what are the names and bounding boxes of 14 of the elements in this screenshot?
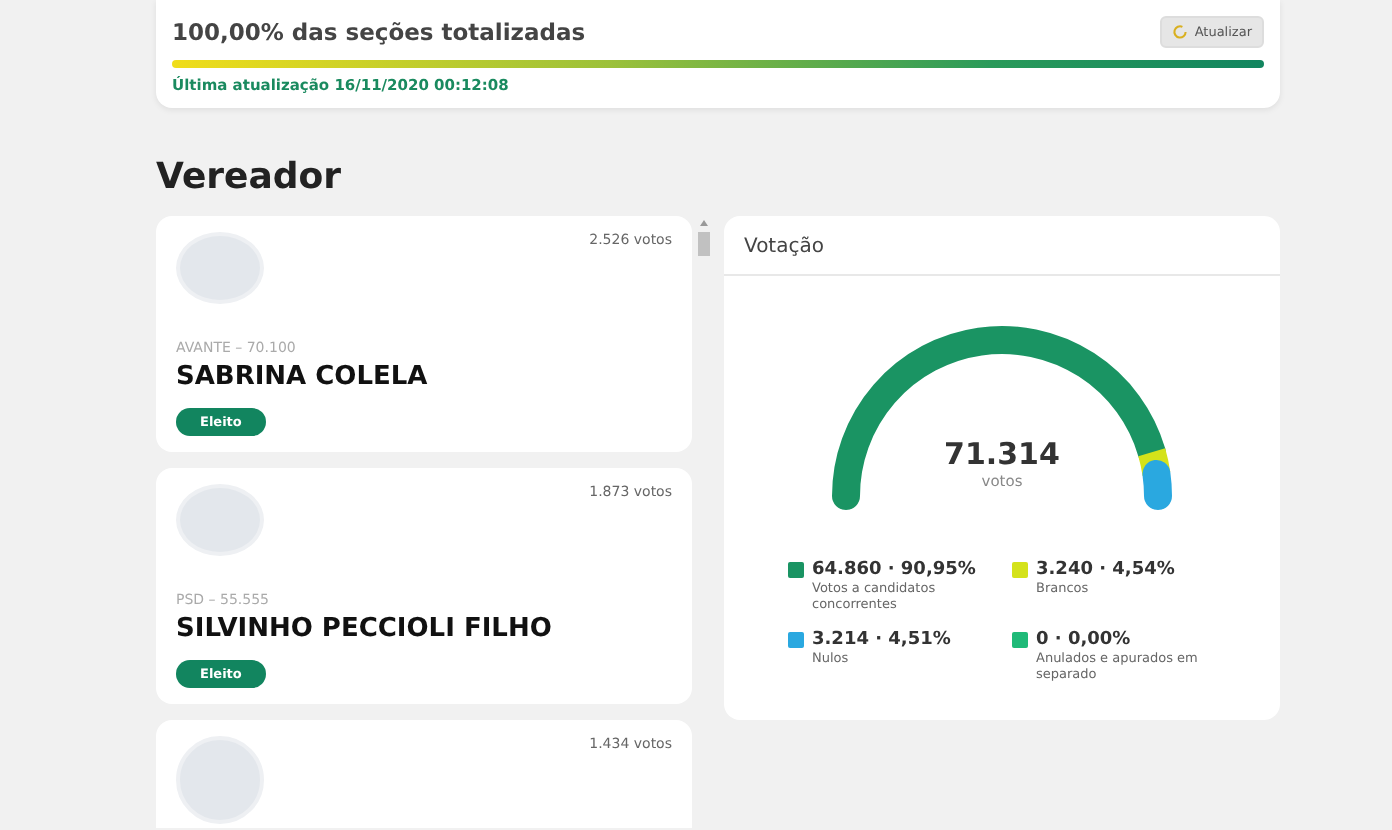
total-votes: 71.314 bbox=[944, 436, 1060, 472]
progress-title: 100,00% das seções totalizadas bbox=[172, 18, 586, 46]
legend-value: 64.860 · 90,95% bbox=[812, 560, 976, 580]
card-title: Votação bbox=[724, 216, 1280, 276]
section-title: Vereador bbox=[156, 156, 344, 198]
avatar-placeholder bbox=[176, 736, 264, 824]
candidate-name: SABRINA COLELA bbox=[176, 362, 430, 392]
avatar-placeholder bbox=[176, 484, 264, 556]
legend-value: 3.214 · 4,51% bbox=[812, 629, 953, 650]
refresh-icon bbox=[1172, 24, 1189, 40]
candidate-name: SILVINHO PECCIOLI FILHO bbox=[176, 614, 554, 644]
legend-value: 3.240 · 4,54% bbox=[1036, 560, 1177, 580]
legend-value: 0 · 0,00% bbox=[1036, 629, 1133, 650]
avatar-placeholder bbox=[176, 232, 264, 304]
